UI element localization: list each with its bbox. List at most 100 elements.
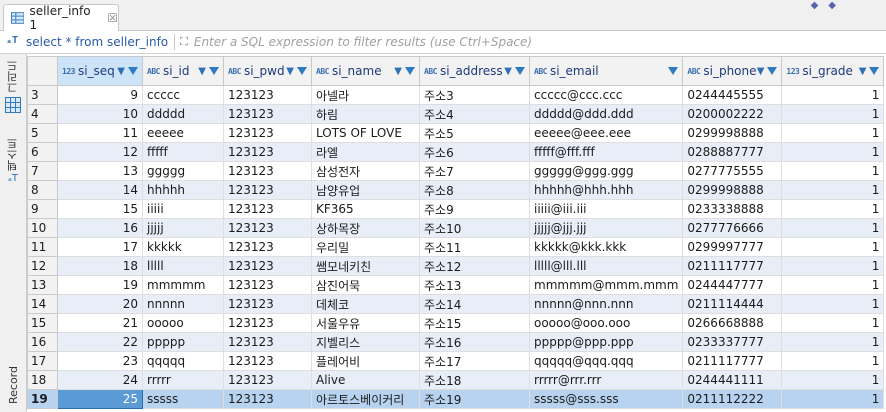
cell-si-email[interactable]: rrrrr@rrr.rrr	[528, 370, 684, 390]
cell-si-phone[interactable]: 0299998888	[682, 180, 783, 200]
row-number[interactable]: 4	[27, 104, 58, 124]
column-header-si-id[interactable]: ABC si_id ▼	[142, 56, 224, 86]
cell-si-pwd[interactable]: 123123	[223, 313, 312, 333]
table-row[interactable]: 6 12 fffff 123123 라엘 주소6 fffff@fff.fff 02888877…	[27, 142, 885, 162]
cell-si-phone[interactable]: 0211114444	[682, 294, 783, 314]
cell-si-pwd[interactable]: 123123	[223, 294, 312, 314]
cell-si-pwd[interactable]: 123123	[223, 161, 312, 181]
table-row[interactable]: 18 24 rrrrr 123123 Alive 주소18 rrrrr@rrr.rrr 024…	[27, 370, 885, 390]
cell-si-address[interactable]: 주소3	[419, 85, 530, 105]
cell-si-phone[interactable]: 0266668888	[682, 313, 783, 333]
cell-si-email[interactable]: ooooo@ooo.ooo	[528, 313, 684, 333]
cell-si-phone[interactable]: 0277775555	[682, 161, 783, 181]
cell-si-id[interactable]: qqqqq	[142, 351, 224, 371]
cell-si-phone[interactable]: 0244447777	[682, 275, 783, 295]
cell-si-id[interactable]: ggggg	[142, 161, 224, 181]
cell-si-seq[interactable]: 23	[57, 351, 143, 371]
cell-si-grade[interactable]: 1	[781, 123, 885, 143]
cell-si-name[interactable]: 아넬라	[311, 85, 420, 105]
cell-si-address[interactable]: 주소12	[419, 256, 530, 276]
cell-si-name[interactable]: 데체코	[311, 294, 420, 314]
cell-si-name[interactable]: 플레어비	[311, 351, 420, 371]
sort-icon[interactable]: ▼	[198, 66, 206, 77]
cell-si-seq[interactable]: 18	[57, 256, 143, 276]
cell-si-id[interactable]: lllll	[142, 256, 224, 276]
sort-icon[interactable]: ▼	[504, 66, 512, 77]
cell-si-id[interactable]: jjjjj	[142, 218, 224, 238]
cell-si-phone[interactable]: 0244445555	[682, 85, 783, 105]
cell-si-seq[interactable]: 13	[57, 161, 143, 181]
row-number[interactable]: 15	[27, 313, 58, 333]
cell-si-seq[interactable]: 11	[57, 123, 143, 143]
sort-icon[interactable]: ▼	[859, 66, 867, 77]
row-number[interactable]: 5	[27, 123, 58, 143]
cell-si-address[interactable]: 주소14	[419, 294, 530, 314]
table-row[interactable]: 8 14 hhhhh 123123 남양유업 주소8 hhhhh@hhh.hhh 029999…	[27, 180, 885, 200]
cell-si-phone[interactable]: 0233337777	[682, 332, 783, 352]
cell-si-name[interactable]: 상하목장	[311, 218, 420, 238]
column-header-si-name[interactable]: ABC si_name ▼	[311, 56, 420, 86]
cell-si-pwd[interactable]: 123123	[223, 351, 312, 371]
table-row[interactable]: 12 18 lllll 123123 쌤모네키친 주소12 lllll@lll.lll 021…	[27, 256, 885, 276]
row-number[interactable]: 9	[27, 199, 58, 219]
column-header-si-pwd[interactable]: ABC si_pwd ▼	[223, 56, 312, 86]
cell-si-name[interactable]: 하림	[311, 104, 420, 124]
row-number[interactable]: 19	[27, 389, 58, 409]
tab-seller-info[interactable]: seller_info 1 ☒	[3, 4, 119, 32]
cell-si-name[interactable]: LOTS OF LOVE	[311, 123, 420, 143]
cell-si-name[interactable]: KF365	[311, 199, 420, 219]
cell-si-grade[interactable]: 1	[781, 370, 885, 390]
cell-si-email[interactable]: fffff@fff.fff	[528, 142, 684, 162]
cell-si-seq[interactable]: 17	[57, 237, 143, 257]
cell-si-email[interactable]: hhhhh@hhh.hhh	[528, 180, 684, 200]
cell-si-email[interactable]: lllll@lll.lll	[528, 256, 684, 276]
cell-si-phone[interactable]: 0211112222	[682, 389, 783, 409]
row-number[interactable]: 18	[27, 370, 58, 390]
cell-si-address[interactable]: 주소7	[419, 161, 530, 181]
cell-si-address[interactable]: 주소18	[419, 370, 530, 390]
cell-si-email[interactable]: mmmmm@mmm.mmm	[528, 275, 684, 295]
cell-si-id[interactable]: kkkkk	[142, 237, 224, 257]
cell-si-id[interactable]: iiiii	[142, 199, 224, 219]
cell-si-name[interactable]: 쌤모네키친	[311, 256, 420, 276]
row-number[interactable]: 14	[27, 294, 58, 314]
cell-si-phone[interactable]: 0211117777	[682, 256, 783, 276]
cell-si-email[interactable]: iiiii@iii.iii	[528, 199, 684, 219]
cell-si-seq[interactable]: 24	[57, 370, 143, 390]
cell-si-name[interactable]: Alive	[311, 370, 420, 390]
grid-view-button[interactable]: 그리드	[3, 60, 23, 113]
cell-si-email[interactable]: ccccc@ccc.ccc	[528, 85, 684, 105]
cell-si-name[interactable]: 삼진어묵	[311, 275, 420, 295]
cell-si-grade[interactable]: 1	[781, 85, 885, 105]
cell-si-address[interactable]: 주소10	[419, 218, 530, 238]
column-header-si-phone[interactable]: ABC si_phone ▼	[682, 56, 783, 86]
filter-icon[interactable]	[209, 67, 219, 75]
cell-si-name[interactable]: 우리밀	[311, 237, 420, 257]
cell-si-address[interactable]: 주소19	[419, 389, 530, 409]
table-row[interactable]: 14 20 nnnnn 123123 데체코 주소14 nnnnn@nnn.nnn 02111…	[27, 294, 885, 314]
cell-si-seq[interactable]: 16	[57, 218, 143, 238]
filter-icon[interactable]	[297, 67, 307, 75]
cell-si-id[interactable]: hhhhh	[142, 180, 224, 200]
cell-si-address[interactable]: 주소9	[419, 199, 530, 219]
cell-si-email[interactable]: kkkkk@kkk.kkk	[528, 237, 684, 257]
cell-si-grade[interactable]: 1	[781, 389, 885, 409]
cell-si-grade[interactable]: 1	[781, 199, 885, 219]
cell-si-phone[interactable]: 0211117777	[682, 351, 783, 371]
row-number[interactable]: 8	[27, 180, 58, 200]
cell-si-name[interactable]: 라엘	[311, 142, 420, 162]
cell-si-name[interactable]: 지벨리스	[311, 332, 420, 352]
table-row[interactable]: 5 11 eeeee 123123 LOTS OF LOVE 주소5 eeeee@eee.e…	[27, 123, 885, 143]
record-view-button[interactable]: Record	[3, 366, 23, 404]
cell-si-pwd[interactable]: 123123	[223, 142, 312, 162]
cell-si-pwd[interactable]: 123123	[223, 85, 312, 105]
cell-si-pwd[interactable]: 123123	[223, 199, 312, 219]
cell-si-address[interactable]: 주소11	[419, 237, 530, 257]
table-row[interactable]: 9 15 iiiii 123123 KF365 주소9 iiiii@iii.iii 02333…	[27, 199, 885, 219]
cell-si-pwd[interactable]: 123123	[223, 389, 312, 409]
cell-si-pwd[interactable]: 123123	[223, 218, 312, 238]
cell-si-phone[interactable]: 0288887777	[682, 142, 783, 162]
cell-si-pwd[interactable]: 123123	[223, 275, 312, 295]
cell-si-grade[interactable]: 1	[781, 332, 885, 352]
expand-icon[interactable]: ⛶	[180, 35, 188, 49]
